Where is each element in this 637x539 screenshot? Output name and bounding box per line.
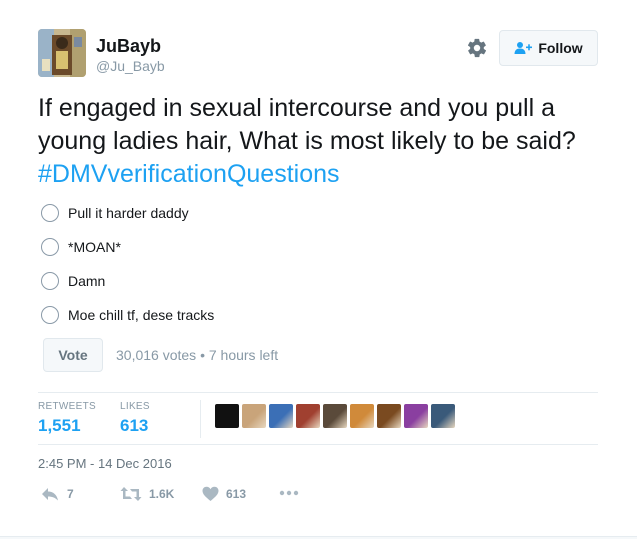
liker-avatars xyxy=(215,404,455,428)
poll-option-2[interactable]: *MOAN* xyxy=(41,236,121,258)
heart-icon xyxy=(202,486,219,501)
likes-stat[interactable]: LIKES 613 xyxy=(120,401,150,436)
like-button[interactable]: 613 xyxy=(202,486,246,502)
poll-votes: 30,016 votes xyxy=(116,347,197,363)
likes-count[interactable]: 613 xyxy=(120,416,150,436)
avatar[interactable] xyxy=(38,29,86,77)
profile-photo-icon xyxy=(38,29,86,77)
more-button[interactable] xyxy=(279,489,299,497)
poll-option-label: Damn xyxy=(68,273,106,289)
poll-option-label: Pull it harder daddy xyxy=(68,205,189,221)
radio-button[interactable] xyxy=(41,306,59,324)
radio-button[interactable] xyxy=(41,272,59,290)
poll-option-1[interactable]: Pull it harder daddy xyxy=(41,202,189,224)
retweet-button[interactable]: 1.6K xyxy=(120,486,174,502)
reply-button[interactable]: 7 xyxy=(40,486,74,502)
gear-icon[interactable] xyxy=(466,37,488,59)
poll-meta: 30,016 votes • 7 hours left xyxy=(116,347,278,363)
retweets-stat[interactable]: RETWEETS 1,551 xyxy=(38,401,96,436)
poll-option-label: *MOAN* xyxy=(68,239,121,255)
radio-button[interactable] xyxy=(41,204,59,222)
tweet-timestamp[interactable]: 2:45 PM - 14 Dec 2016 xyxy=(38,456,172,471)
radio-button[interactable] xyxy=(41,238,59,256)
liker-avatar[interactable] xyxy=(377,404,401,428)
user-name[interactable]: JuBayb xyxy=(96,36,161,57)
add-user-icon xyxy=(514,42,533,54)
follow-label: Follow xyxy=(538,40,583,56)
poll-option-4[interactable]: Moe chill tf, dese tracks xyxy=(41,304,214,326)
hashtag-link[interactable]: #DMVverificationQuestions xyxy=(38,158,608,191)
liker-avatar[interactable] xyxy=(296,404,320,428)
reply-icon xyxy=(42,488,58,501)
liker-avatar[interactable] xyxy=(404,404,428,428)
liker-avatar[interactable] xyxy=(323,404,347,428)
reply-count: 7 xyxy=(67,487,74,501)
liker-avatar[interactable] xyxy=(242,404,266,428)
divider xyxy=(38,444,598,445)
retweet-count: 1.6K xyxy=(149,487,175,501)
poll-option-3[interactable]: Damn xyxy=(41,270,105,292)
retweet-icon xyxy=(120,487,142,501)
user-handle[interactable]: @Ju_Bayb xyxy=(96,58,165,74)
poll-option-label: Moe chill tf, dese tracks xyxy=(68,307,215,323)
tweet-body: If engaged in sexual intercourse and you… xyxy=(38,94,576,155)
poll-time-left: 7 hours left xyxy=(208,347,279,363)
liker-avatar[interactable] xyxy=(269,404,293,428)
vote-button[interactable]: Vote xyxy=(43,338,103,372)
retweets-count[interactable]: 1,551 xyxy=(38,416,96,436)
poll-separator: • xyxy=(200,347,205,363)
liker-avatar[interactable] xyxy=(215,404,239,428)
tweet-text: If engaged in sexual intercourse and you… xyxy=(38,92,608,191)
liker-avatar[interactable] xyxy=(431,404,455,428)
liker-avatar[interactable] xyxy=(350,404,374,428)
stats-separator xyxy=(200,400,201,438)
tweet-card: JuBayb @Ju_Bayb Follow If engaged in sex… xyxy=(0,0,637,539)
likes-label: LIKES xyxy=(120,401,150,412)
divider xyxy=(38,392,598,393)
more-icon xyxy=(279,490,299,496)
follow-button[interactable]: Follow xyxy=(499,30,598,66)
like-count: 613 xyxy=(226,487,247,501)
retweets-label: RETWEETS xyxy=(38,401,96,412)
